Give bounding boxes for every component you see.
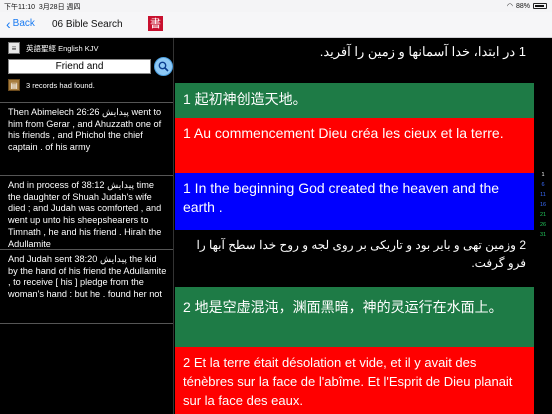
verse-index-item[interactable]: 31: [534, 230, 552, 240]
verse-row[interactable]: 2 وزمین تهی و بایر بود و تاریکی بر روی ل…: [175, 230, 534, 287]
search-button[interactable]: [154, 57, 173, 76]
verse-index-item[interactable]: 26: [534, 220, 552, 230]
back-button[interactable]: ‹ Back: [6, 15, 35, 32]
verse-row[interactable]: 1 In the beginning God created the heave…: [175, 173, 534, 230]
verse-row[interactable]: 1 起初神创造天地。: [175, 83, 534, 118]
battery-icon: [533, 3, 547, 9]
verse-row[interactable]: 1 در ابتدا، خدا آسمانها و زمین را آفرید.: [175, 38, 534, 83]
verse-row[interactable]: 2 Et la terre était désolation et vide, …: [175, 347, 534, 414]
verse-index-item[interactable]: 11: [534, 190, 552, 200]
verse-index-item[interactable]: 1: [534, 170, 552, 180]
verse-index-bar[interactable]: 1 6 11 16 21 26 31: [534, 170, 552, 240]
verse-row[interactable]: 2 地是空虚混沌，渊面黑暗，神的灵运行在水面上。: [175, 287, 534, 347]
chevron-left-icon: ‹: [6, 15, 11, 32]
list-item[interactable]: And in process of 38:12 پیدایش time the …: [0, 176, 173, 250]
book-icon: ≡: [8, 42, 20, 54]
result-count-label: 3 records had found.: [26, 80, 95, 90]
search-input[interactable]: [8, 59, 151, 74]
notebook-icon: ▤: [8, 79, 20, 91]
list-item[interactable]: Then Abimelech 26:26 پیدایش went to him …: [0, 102, 173, 176]
battery-percent: 88%: [515, 2, 530, 10]
search-sidebar: ≡ 英語聖經 English KJV ▤ 3 records had found…: [0, 38, 174, 414]
list-item[interactable]: And Judah sent 38:20 پیدایش the kid by t…: [0, 250, 173, 324]
verse-index-item[interactable]: 16: [534, 200, 552, 210]
result-list: Then Abimelech 26:26 پیدایش went to him …: [0, 102, 173, 324]
back-label: Back: [12, 18, 35, 29]
verse-row[interactable]: 1 Au commencement Dieu créa les cieux et…: [175, 118, 534, 173]
status-time: 下午11:10 3月28日 週四: [4, 4, 81, 11]
book-selector[interactable]: ≡ 英語聖經 English KJV: [8, 42, 99, 54]
verse-panel: 1 در ابتدا، خدا آسمانها و زمین را آفرید.…: [175, 38, 534, 414]
result-count: ▤ 3 records had found.: [8, 79, 95, 91]
search-icon: [158, 61, 169, 72]
verse-index-item[interactable]: 21: [534, 210, 552, 220]
status-bar: 下午11:10 3月28日 週四 ◠ 88%: [0, 0, 552, 12]
page-title: 06 Bible Search: [52, 19, 123, 30]
navigation-bar: ‹ Back 06 Bible Search: [0, 12, 552, 38]
app-logo-icon[interactable]: 書: [148, 16, 163, 31]
battery-fill: [535, 5, 544, 7]
verse-index-item[interactable]: 6: [534, 180, 552, 190]
wifi-icon: ◠: [506, 3, 513, 10]
book-label: 英語聖經 English KJV: [26, 43, 99, 53]
